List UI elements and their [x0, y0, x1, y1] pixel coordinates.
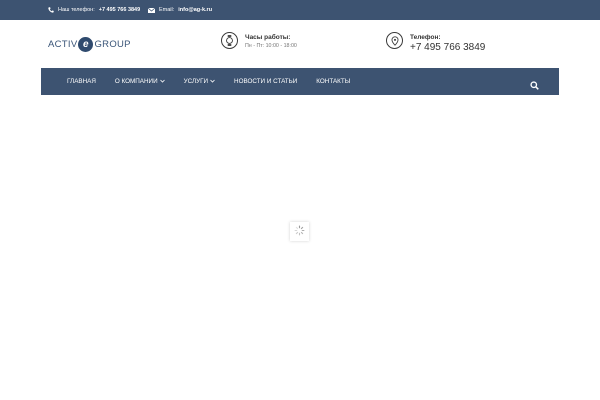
email-label: Email: [159, 7, 175, 13]
logo[interactable]: ACTIV e GROUP [48, 36, 131, 52]
working-hours-block: Часы работы: Пн - Пт: 10:00 - 18:00 [221, 32, 297, 50]
nav-item-about[interactable]: О КОМПАНИИ [115, 78, 175, 85]
top-bar: Наш телефон: +7 495 766 3849 Email: info… [0, 0, 600, 20]
spinner-icon [294, 223, 305, 241]
phone-icon [48, 7, 54, 13]
topbar-email: Email: info@ag-k.ru [148, 7, 212, 13]
topbar-phone: Наш телефон: +7 495 766 3849 [48, 7, 140, 13]
nav-item-news[interactable]: НОВОСТИ И СТАТЬИ [234, 78, 307, 85]
hours-title: Часы работы: [245, 34, 291, 41]
nav-item-contacts[interactable]: КОНТАКТЫ [316, 78, 360, 85]
main-navigation: ГЛАВНАЯ О КОМПАНИИ УСЛУГИ НОВОСТИ И СТАТ… [41, 68, 559, 95]
nav-item-label: О КОМПАНИИ [114, 78, 158, 85]
phone-title: Телефон: [410, 34, 441, 41]
search-icon[interactable] [530, 77, 539, 90]
logo-text-activ: ACTIV [48, 38, 78, 50]
phone-block: Телефон: +7 495 766 3849 [386, 32, 485, 54]
nav-item-label: НОВОСТИ И СТАТЬИ [234, 78, 298, 85]
phone-value[interactable]: +7 495 766 3849 [99, 7, 140, 13]
chevron-down-icon [210, 78, 215, 85]
location-pin-icon [386, 32, 403, 49]
logo-text-group: GROUP [94, 38, 131, 50]
email-value[interactable]: info@ag-k.ru [178, 7, 212, 13]
nav-menu: ГЛАВНАЯ О КОМПАНИИ УСЛУГИ НОВОСТИ И СТАТ… [41, 68, 360, 95]
nav-item-label: ГЛАВНАЯ [67, 78, 96, 85]
phone-number[interactable]: +7 495 766 3849 [410, 42, 485, 54]
nav-item-home[interactable]: ГЛАВНАЯ [67, 78, 106, 85]
hours-value: Пн - Пт: 10:00 - 18:00 [245, 43, 297, 49]
nav-item-label: КОНТАКТЫ [316, 78, 351, 85]
chevron-down-icon [159, 78, 165, 85]
phone-label: Наш телефон: [58, 7, 95, 13]
logo-e-mark: e [78, 36, 94, 52]
page-loader [290, 222, 309, 241]
site-header: ACTIV e GROUP Часы работы: Пн - Пт: 10:0… [0, 20, 600, 68]
nav-item-label: УСЛУГИ [183, 78, 209, 85]
watch-icon [221, 32, 238, 49]
nav-item-services[interactable]: УСЛУГИ [184, 78, 225, 85]
envelope-icon [148, 7, 155, 13]
